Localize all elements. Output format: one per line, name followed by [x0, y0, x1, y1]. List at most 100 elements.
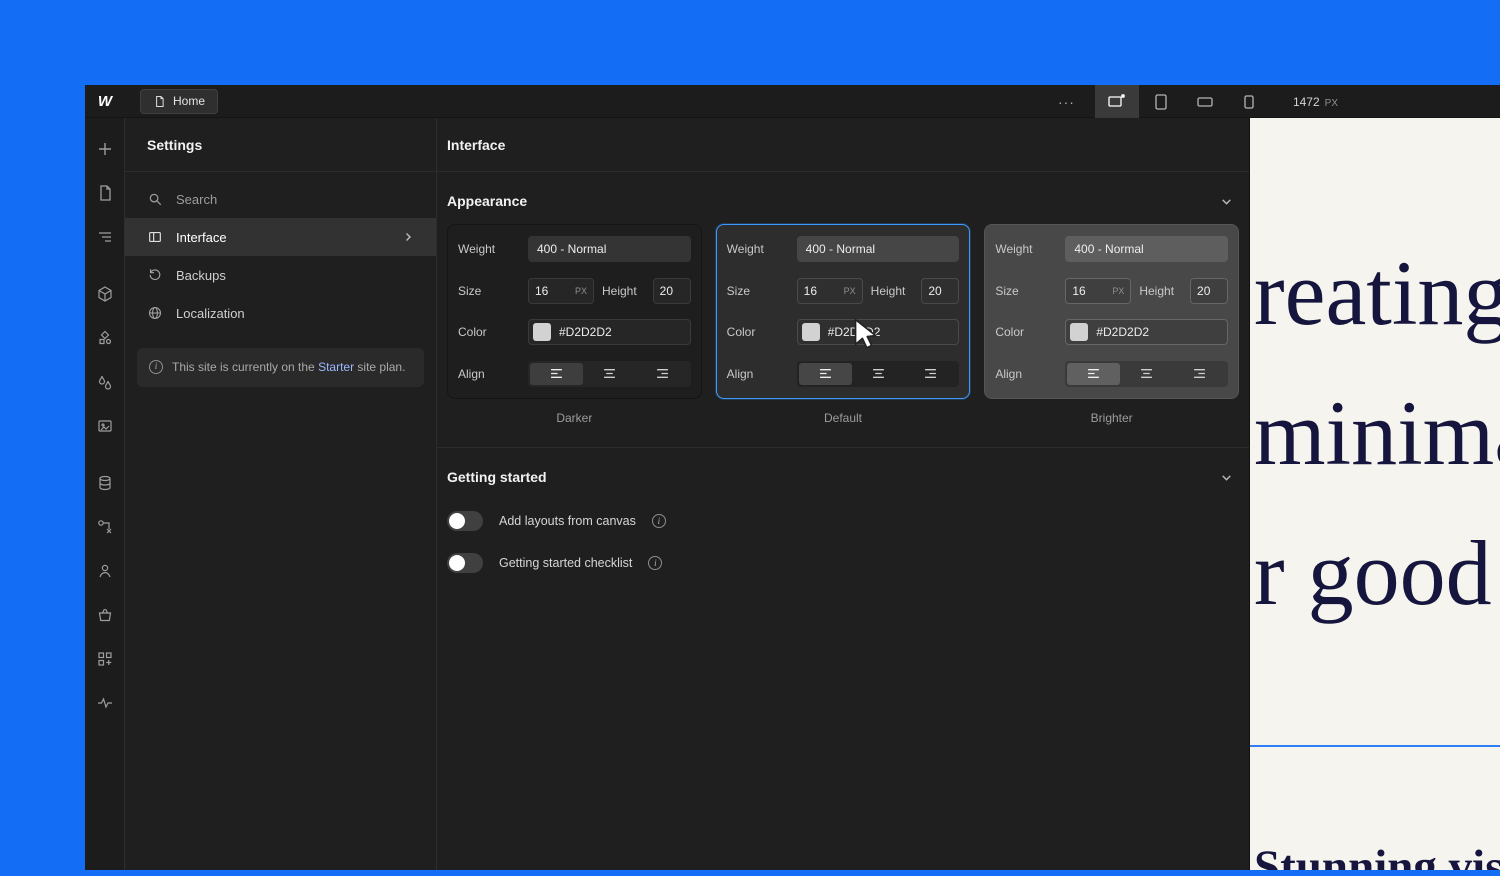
size-row: Size PX Height: [995, 278, 1228, 304]
info-icon[interactable]: i: [648, 556, 662, 570]
users-icon[interactable]: [96, 562, 114, 580]
align-left-button[interactable]: [799, 363, 852, 385]
size-value-input[interactable]: [804, 284, 840, 298]
height-input[interactable]: [653, 278, 691, 304]
site-activity-icon[interactable]: [96, 694, 114, 712]
site-canvas[interactable]: reating minima r good Stunning visu: [1250, 118, 1500, 870]
align-center-button[interactable]: [583, 363, 636, 385]
align-right-button[interactable]: [1173, 363, 1226, 385]
breakpoint-tablet-button[interactable]: [1139, 85, 1183, 118]
align-right-button[interactable]: [904, 363, 957, 385]
navigator-icon[interactable]: [96, 228, 114, 246]
cms-database-icon[interactable]: [96, 474, 114, 492]
align-center-button[interactable]: [852, 363, 905, 385]
size-input[interactable]: PX: [797, 278, 863, 304]
size-input[interactable]: PX: [1065, 278, 1131, 304]
getting-started-checklist-toggle[interactable]: [447, 553, 483, 573]
color-swatch[interactable]: [802, 323, 820, 341]
weight-value: 400 - Normal: [537, 242, 606, 256]
settings-item-backups[interactable]: Backups: [125, 256, 436, 294]
settings-list: Search Interface Backups Localization: [125, 172, 436, 332]
color-input[interactable]: [797, 319, 960, 345]
size-input[interactable]: PX: [528, 278, 594, 304]
height-input[interactable]: [1190, 278, 1228, 304]
interface-panel-title: Interface: [437, 118, 1249, 172]
size-value-input[interactable]: [1072, 284, 1108, 298]
info-icon[interactable]: i: [652, 514, 666, 528]
home-tab[interactable]: Home: [140, 89, 218, 114]
components-icon[interactable]: [96, 329, 114, 347]
theme-card-brighter[interactable]: Weight 400 - Normal Size PX Height Color: [984, 224, 1239, 399]
height-label: Height: [871, 284, 906, 298]
appearance-section-header[interactable]: Appearance: [437, 184, 1249, 218]
breakpoint-phone-landscape-button[interactable]: [1183, 85, 1227, 118]
height-value-input[interactable]: [660, 284, 684, 298]
theme-captions: Darker Default Brighter: [437, 399, 1249, 425]
getting-started-section-header[interactable]: Getting started: [437, 460, 1249, 494]
align-left-button[interactable]: [530, 363, 583, 385]
toggle-label: Add layouts from canvas: [499, 514, 636, 528]
chevron-down-icon[interactable]: [1220, 195, 1233, 208]
align-right-button[interactable]: [636, 363, 689, 385]
height-value-input[interactable]: [928, 284, 952, 298]
canvas-width-value: 1472: [1293, 95, 1320, 109]
color-input[interactable]: [1065, 319, 1228, 345]
theme-card-default[interactable]: Weight 400 - Normal Size PX Height Color: [716, 224, 971, 399]
weight-label: Weight: [458, 242, 520, 256]
align-center-button[interactable]: [1120, 363, 1173, 385]
toolbar-group-middle: [96, 285, 114, 435]
align-left-icon: [550, 368, 563, 379]
elements-cube-icon[interactable]: [96, 285, 114, 303]
canvas-width-readout[interactable]: 1472 PX: [1293, 95, 1338, 109]
height-input[interactable]: [921, 278, 959, 304]
chevron-down-icon[interactable]: [1220, 471, 1233, 484]
variables-icon[interactable]: [96, 373, 114, 391]
color-value-input[interactable]: [1096, 325, 1223, 339]
align-left-button[interactable]: [1067, 363, 1120, 385]
settings-search[interactable]: Search: [125, 180, 436, 218]
color-swatch[interactable]: [533, 323, 551, 341]
desktop-default-icon: [1107, 92, 1126, 111]
starter-plan-link[interactable]: Starter: [318, 360, 354, 374]
logic-icon[interactable]: [96, 518, 114, 536]
height-value-input[interactable]: [1197, 284, 1221, 298]
align-label: Align: [458, 367, 520, 381]
align-left-icon: [819, 368, 832, 379]
color-swatch[interactable]: [1070, 323, 1088, 341]
settings-panel-title: Settings: [125, 118, 436, 172]
theme-caption-default: Default: [716, 411, 971, 425]
align-center-icon: [872, 368, 885, 379]
weight-dropdown[interactable]: 400 - Normal: [1065, 236, 1228, 262]
theme-card-darker[interactable]: Weight 400 - Normal Size PX Height Color: [447, 224, 702, 399]
toggle-label: Getting started checklist: [499, 556, 632, 570]
add-elements-icon[interactable]: [96, 140, 114, 158]
settings-item-localization[interactable]: Localization: [125, 294, 436, 332]
breakpoint-desktop-default-button[interactable]: [1095, 85, 1139, 118]
apps-icon[interactable]: [96, 650, 114, 668]
breakpoint-phone-portrait-button[interactable]: [1227, 85, 1271, 118]
size-row: Size PX Height: [458, 278, 691, 304]
more-menu-button[interactable]: ···: [1046, 94, 1087, 110]
pages-icon[interactable]: [96, 184, 114, 202]
height-label: Height: [602, 284, 637, 298]
weight-dropdown[interactable]: 400 - Normal: [797, 236, 960, 262]
align-row: Align: [458, 361, 691, 387]
add-layouts-toggle[interactable]: [447, 511, 483, 531]
size-label: Size: [458, 284, 520, 298]
size-row: Size PX Height: [727, 278, 960, 304]
assets-icon[interactable]: [96, 417, 114, 435]
note-prefix: This site is currently on the: [172, 360, 318, 374]
toggle-row-getting-started-checklist: Getting started checklist i: [437, 548, 1249, 578]
settings-item-interface[interactable]: Interface: [125, 218, 436, 256]
ecommerce-icon[interactable]: [96, 606, 114, 624]
color-value-input[interactable]: [828, 325, 955, 339]
color-input[interactable]: [528, 319, 691, 345]
canvas-width-unit: PX: [1325, 98, 1338, 109]
info-icon: i: [149, 360, 163, 374]
interface-icon: [147, 229, 163, 245]
size-value-input[interactable]: [535, 284, 571, 298]
designer-window: W Home ···: [85, 85, 1500, 870]
color-value-input[interactable]: [559, 325, 686, 339]
webflow-logo-icon[interactable]: W: [85, 93, 125, 110]
weight-dropdown[interactable]: 400 - Normal: [528, 236, 691, 262]
